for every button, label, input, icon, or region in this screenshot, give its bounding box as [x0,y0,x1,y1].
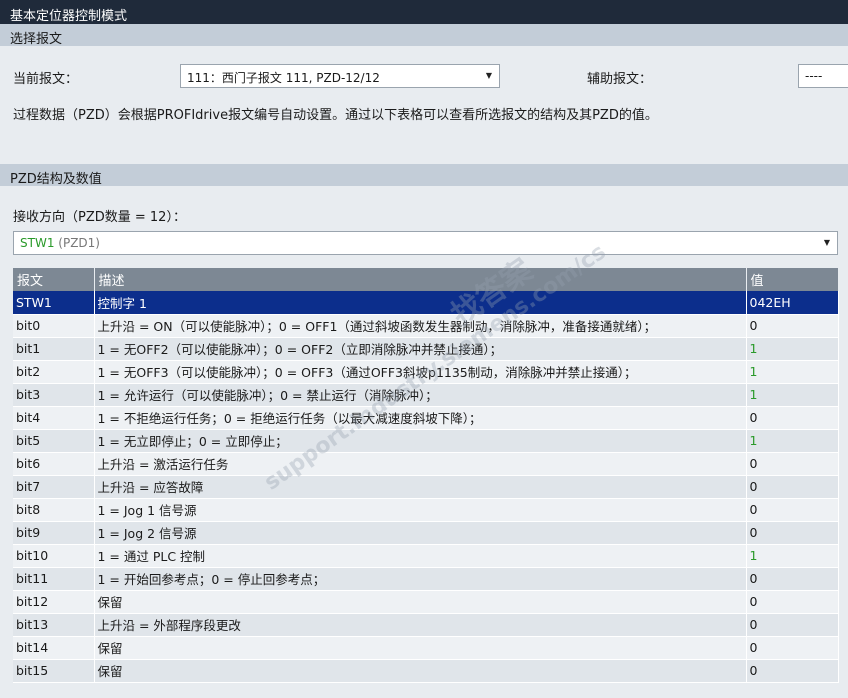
table-row[interactable]: bit14 保留 0 [13,636,839,660]
cell-value: 1 [746,360,839,384]
cell-description: 上升沿 = 激活运行任务 [94,452,747,476]
chevron-down-icon[interactable]: ▼ [481,67,497,85]
pzd-section-header: PZD结构及数值 [0,164,848,187]
cell-description: 保留 [94,636,747,660]
cell-signal-name: bit14 [13,636,95,660]
column-header-description: 描述 [94,268,747,291]
table-row[interactable]: bit10 1 = 通过 PLC 控制 1 [13,544,839,568]
cell-signal-name: bit1 [13,337,95,361]
cell-value: 0 [746,567,839,591]
cell-value: 1 [746,337,839,361]
table-body: STW1 控制字 1 042EH bit0 上升沿 = ON（可以使能脉冲）；0 = O… [13,291,839,683]
cell-value: 0 [746,590,839,614]
current-telegram-value: 111：西门子报文 111, PZD-12/12 [187,71,380,85]
cell-value: 0 [746,498,839,522]
cell-description: 1 = 无立即停止；0 = 立即停止； [94,429,747,453]
cell-signal-name: bit10 [13,544,95,568]
cell-signal-name: STW1 [13,291,95,315]
window-title: 基本定位器控制模式 [0,0,848,24]
cell-signal-name: bit8 [13,498,95,522]
cell-description: 1 = 允许运行（可以使能脉冲）；0 = 禁止运行（消除脉冲）； [94,383,747,407]
cell-value: 042EH [746,291,839,315]
cell-signal-name: bit7 [13,475,95,499]
receive-direction-label: 接收方向（PZD数量 = 12）： [13,210,186,225]
cell-signal-name: bit11 [13,567,95,591]
cell-signal-name: bit3 [13,383,95,407]
table-row[interactable]: bit15 保留 0 [13,659,839,683]
table-row[interactable]: bit1 1 = 无OFF2（可以使能脉冲）；0 = OFF2（立即消除脉冲并禁止… [13,337,839,361]
cell-description: 上升沿 = 外部程序段更改 [94,613,747,637]
cell-value: 1 [746,383,839,407]
cell-value: 0 [746,659,839,683]
cell-value: 0 [746,452,839,476]
current-telegram-label: 当前报文： [13,72,79,87]
cell-value: 0 [746,521,839,545]
table-row[interactable]: bit13 上升沿 = 外部程序段更改 0 [13,613,839,637]
table-row[interactable]: bit8 1 = Jog 1 信号源 0 [13,498,839,522]
cell-signal-name: bit2 [13,360,95,384]
table-row[interactable]: STW1 控制字 1 042EH [13,291,839,315]
cell-signal-name: bit12 [13,590,95,614]
aux-telegram-dropdown[interactable]: ---- [798,64,848,88]
table-row[interactable]: bit3 1 = 允许运行（可以使能脉冲）；0 = 禁止运行（消除脉冲）； 1 [13,383,839,407]
table-row[interactable]: bit7 上升沿 = 应答故障 0 [13,475,839,499]
pzd-word-dropdown[interactable]: STW1 (PZD1) ▼ [13,231,838,255]
table-row[interactable]: bit0 上升沿 = ON（可以使能脉冲）；0 = OFF1（通过斜坡函数发生器制… [13,314,839,338]
column-header-telegram: 报文 [13,268,95,291]
cell-description: 上升沿 = 应答故障 [94,475,747,499]
cell-signal-name: bit6 [13,452,95,476]
cell-value: 1 [746,544,839,568]
cell-description: 1 = Jog 2 信号源 [94,521,747,545]
table-row[interactable]: bit5 1 = 无立即停止；0 = 立即停止； 1 [13,429,839,453]
cell-signal-name: bit5 [13,429,95,453]
table-header-row: 报文 描述 值 [13,268,839,291]
cell-signal-name: bit13 [13,613,95,637]
aux-telegram-label: 辅助报文： [587,72,653,87]
pzd-word-index: (PZD1) [58,236,100,250]
table-row[interactable]: bit12 保留 0 [13,590,839,614]
cell-description: 控制字 1 [94,291,747,315]
cell-description: 1 = 无OFF2（可以使能脉冲）；0 = OFF2（立即消除脉冲并禁止接通）； [94,337,747,361]
pzd-info-text: 过程数据（PZD）会根据PROFIdrive报文编号自动设置。通过以下表格可以查… [13,108,658,123]
cell-signal-name: bit0 [13,314,95,338]
cell-description: 1 = Jog 1 信号源 [94,498,747,522]
cell-value: 1 [746,429,839,453]
telegram-section: 当前报文： 111：西门子报文 111, PZD-12/12 ▼ 辅助报文： -… [0,46,848,164]
cell-value: 0 [746,406,839,430]
cell-signal-name: bit4 [13,406,95,430]
pzd-word-name: STW1 [20,236,55,250]
column-header-value: 值 [746,268,839,291]
cell-description: 1 = 无OFF3（可以使能脉冲）；0 = OFF3（通过OFF3斜坡p1135… [94,360,747,384]
cell-value: 0 [746,613,839,637]
aux-telegram-value: ---- [805,69,823,83]
cell-value: 0 [746,636,839,660]
cell-description: 上升沿 = ON（可以使能脉冲）；0 = OFF1（通过斜坡函数发生器制动，消除… [94,314,747,338]
table-row[interactable]: bit2 1 = 无OFF3（可以使能脉冲）；0 = OFF3（通过OFF3斜坡p… [13,360,839,384]
cell-signal-name: bit9 [13,521,95,545]
cell-description: 1 = 通过 PLC 控制 [94,544,747,568]
table-row[interactable]: bit4 1 = 不拒绝运行任务；0 = 拒绝运行任务（以最大减速度斜坡下降）； 0 [13,406,839,430]
table-row[interactable]: bit11 1 = 开始回参考点；0 = 停止回参考点； 0 [13,567,839,591]
current-telegram-dropdown[interactable]: 111：西门子报文 111, PZD-12/12 ▼ [180,64,500,88]
pzd-structure-table: 报文 描述 值 STW1 控制字 1 042EH bit0 上升沿 = ON（可以使能脉… [13,268,839,683]
cell-value: 0 [746,475,839,499]
cell-description: 1 = 不拒绝运行任务；0 = 拒绝运行任务（以最大减速度斜坡下降）； [94,406,747,430]
cell-value: 0 [746,314,839,338]
cell-description: 保留 [94,659,747,683]
cell-description: 保留 [94,590,747,614]
telegram-section-header: 选择报文 [0,24,848,47]
cell-description: 1 = 开始回参考点；0 = 停止回参考点； [94,567,747,591]
table-row[interactable]: bit6 上升沿 = 激活运行任务 0 [13,452,839,476]
table-row[interactable]: bit9 1 = Jog 2 信号源 0 [13,521,839,545]
cell-signal-name: bit15 [13,659,95,683]
chevron-down-icon[interactable]: ▼ [819,234,835,252]
